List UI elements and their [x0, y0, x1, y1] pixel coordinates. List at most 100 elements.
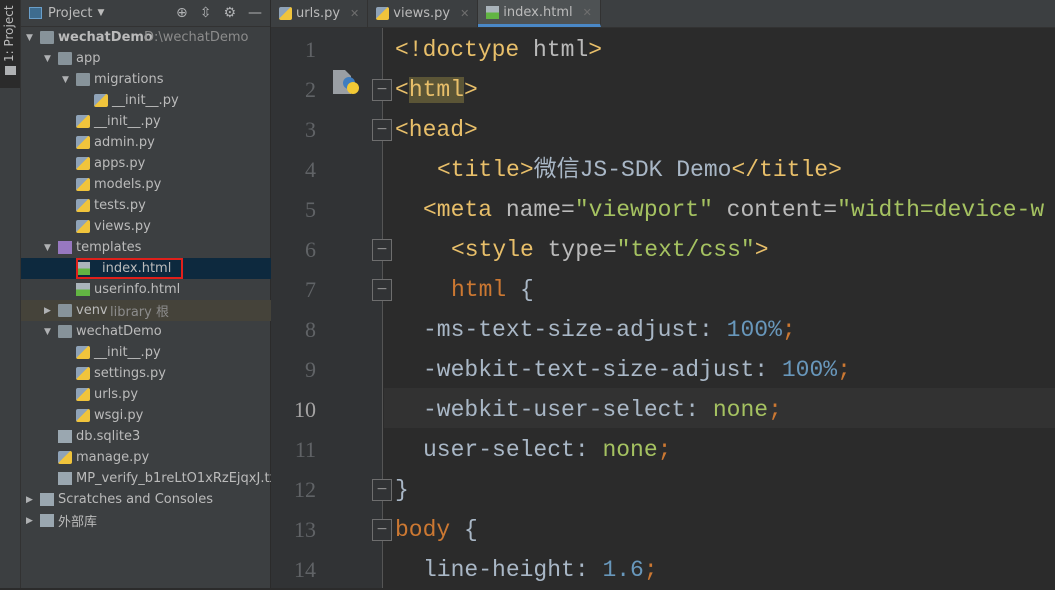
tab-label: urls.py: [296, 6, 341, 21]
tree-item[interactable]: MP_verify_b1reLtO1xRzEjqxJ.txt: [21, 468, 282, 489]
tree-item[interactable]: __init__.py: [21, 342, 271, 363]
tree-item[interactable]: ▶ venv library 根: [21, 300, 271, 321]
code-token: "viewport": [574, 197, 713, 223]
tree-item[interactable]: tests.py: [21, 195, 271, 216]
chevron-down-icon[interactable]: ▼: [97, 8, 104, 18]
tree-item[interactable]: ▼ migrations: [21, 69, 271, 90]
tree-item-label: apps.py: [94, 156, 146, 171]
chevron-right-icon[interactable]: ▶: [44, 306, 51, 316]
code-line: <head>: [395, 110, 478, 150]
code-line: }: [395, 470, 409, 510]
tree-item-label: templates: [76, 240, 142, 255]
tree-item-label: userinfo.html: [94, 282, 181, 297]
project-view-selector[interactable]: Project: [48, 6, 92, 21]
tree-item[interactable]: userinfo.html: [21, 279, 271, 300]
tree-item[interactable]: apps.py: [21, 153, 271, 174]
python-icon: [76, 115, 90, 128]
line-number: 14: [294, 557, 316, 582]
python-icon: [76, 157, 90, 170]
code-token: content=: [712, 197, 838, 223]
tab-urls-py[interactable]: urls.py ✕: [271, 0, 369, 27]
close-icon[interactable]: ✕: [350, 7, 359, 20]
tree-item[interactable]: ▶ Scratches and Consoles: [21, 489, 271, 510]
tree-item[interactable]: __init__.py: [21, 111, 271, 132]
line-number: 3: [305, 117, 316, 142]
tree-item-label: index.html: [76, 258, 184, 279]
code-token: user-select:: [423, 437, 603, 463]
tree-item-label: models.py: [94, 177, 162, 192]
chevron-down-icon[interactable]: ▼: [44, 327, 51, 337]
tree-item-label: 外部库: [58, 515, 98, 530]
tree-item[interactable]: db.sqlite3: [21, 426, 271, 447]
line-number: 4: [305, 157, 316, 182]
code-token: </title>: [731, 157, 842, 183]
tree-item[interactable]: ▼ app: [21, 48, 271, 69]
code-line: line-height: 1.6;: [423, 550, 658, 590]
code-line: <title>微信JS-SDK Demo</title>: [437, 150, 842, 190]
tree-item-hint: D:\wechatDemo: [144, 30, 249, 45]
fold-icon[interactable]: −: [372, 79, 392, 101]
code-token: >: [754, 237, 769, 263]
code-token: html: [519, 37, 589, 63]
tree-item-label: migrations: [94, 72, 164, 87]
fold-end-icon[interactable]: −: [372, 479, 392, 501]
code-token: "width=device-w: [837, 197, 1045, 223]
code-token: 1.6: [602, 557, 644, 583]
tree-item[interactable]: settings.py: [21, 363, 271, 384]
tab-views-py[interactable]: views.py ✕: [368, 0, 479, 27]
code-token: type=: [533, 237, 617, 263]
tree-item[interactable]: models.py: [21, 174, 271, 195]
chevron-down-icon[interactable]: ▼: [44, 54, 51, 64]
tree-item-label: urls.py: [94, 387, 139, 402]
tree-item[interactable]: views.py: [21, 216, 271, 237]
fold-icon[interactable]: −: [372, 239, 392, 261]
tree-item[interactable]: ▼ wechatDemo: [21, 321, 271, 342]
code-token: <head>: [395, 117, 478, 143]
tab-label: views.py: [393, 6, 451, 21]
tree-item[interactable]: __init__.py: [21, 90, 271, 111]
code-token: none: [602, 437, 658, 463]
tab-index-html[interactable]: index.html ✕: [478, 0, 601, 27]
fold-icon[interactable]: −: [372, 119, 392, 141]
folder-icon: [76, 73, 90, 86]
code-token: <!doctype: [395, 37, 520, 63]
module-icon: [40, 31, 54, 44]
line-number: 2: [305, 77, 316, 102]
tree-item[interactable]: ▼ wechatDemo D:\wechatDemo: [21, 27, 271, 48]
folder-icon: [58, 304, 72, 317]
tree-item[interactable]: wsgi.py: [21, 405, 271, 426]
close-icon[interactable]: ✕: [460, 7, 469, 20]
tree-item-label: venv: [76, 303, 108, 318]
tree-item[interactable]: index.html: [21, 258, 271, 279]
hide-icon[interactable]: —: [248, 5, 262, 21]
chevron-right-icon[interactable]: ▶: [26, 516, 33, 526]
tree-item[interactable]: urls.py: [21, 384, 271, 405]
locate-icon[interactable]: ⊕: [176, 5, 188, 21]
tree-item[interactable]: admin.py: [21, 132, 271, 153]
chevron-down-icon[interactable]: ▼: [44, 243, 51, 253]
tree-item[interactable]: ▶ 外部库: [21, 510, 271, 531]
tree-item[interactable]: manage.py: [21, 447, 271, 468]
fold-icon[interactable]: −: [372, 519, 392, 541]
fold-icon[interactable]: −: [372, 279, 392, 301]
python-icon: [76, 409, 90, 422]
project-tool-tab[interactable]: 1: Project: [0, 0, 20, 88]
tree-item[interactable]: ▼ templates: [21, 237, 271, 258]
html-icon: [76, 283, 90, 296]
project-panel: Project ▼ ⊕ ⇳ ⚙ — ▼ wechatDemo D:\wechatDe…: [21, 0, 282, 588]
chevron-right-icon[interactable]: ▶: [26, 495, 33, 505]
collapse-all-icon[interactable]: ⇳: [200, 5, 212, 21]
line-number: 10: [294, 397, 316, 422]
code-token: 100%: [781, 357, 838, 383]
code-token: html: [408, 77, 465, 103]
gear-icon[interactable]: ⚙: [223, 5, 236, 21]
chevron-down-icon[interactable]: ▼: [62, 75, 69, 85]
close-icon[interactable]: ✕: [583, 6, 592, 19]
tree-item-label: settings.py: [94, 366, 166, 381]
code-token: <meta: [423, 197, 493, 223]
code-token: "text/css": [616, 237, 755, 263]
python-icon: [76, 220, 90, 233]
python-icon: [76, 346, 90, 359]
chevron-down-icon[interactable]: ▼: [26, 33, 33, 43]
line-number: 12: [294, 477, 316, 502]
